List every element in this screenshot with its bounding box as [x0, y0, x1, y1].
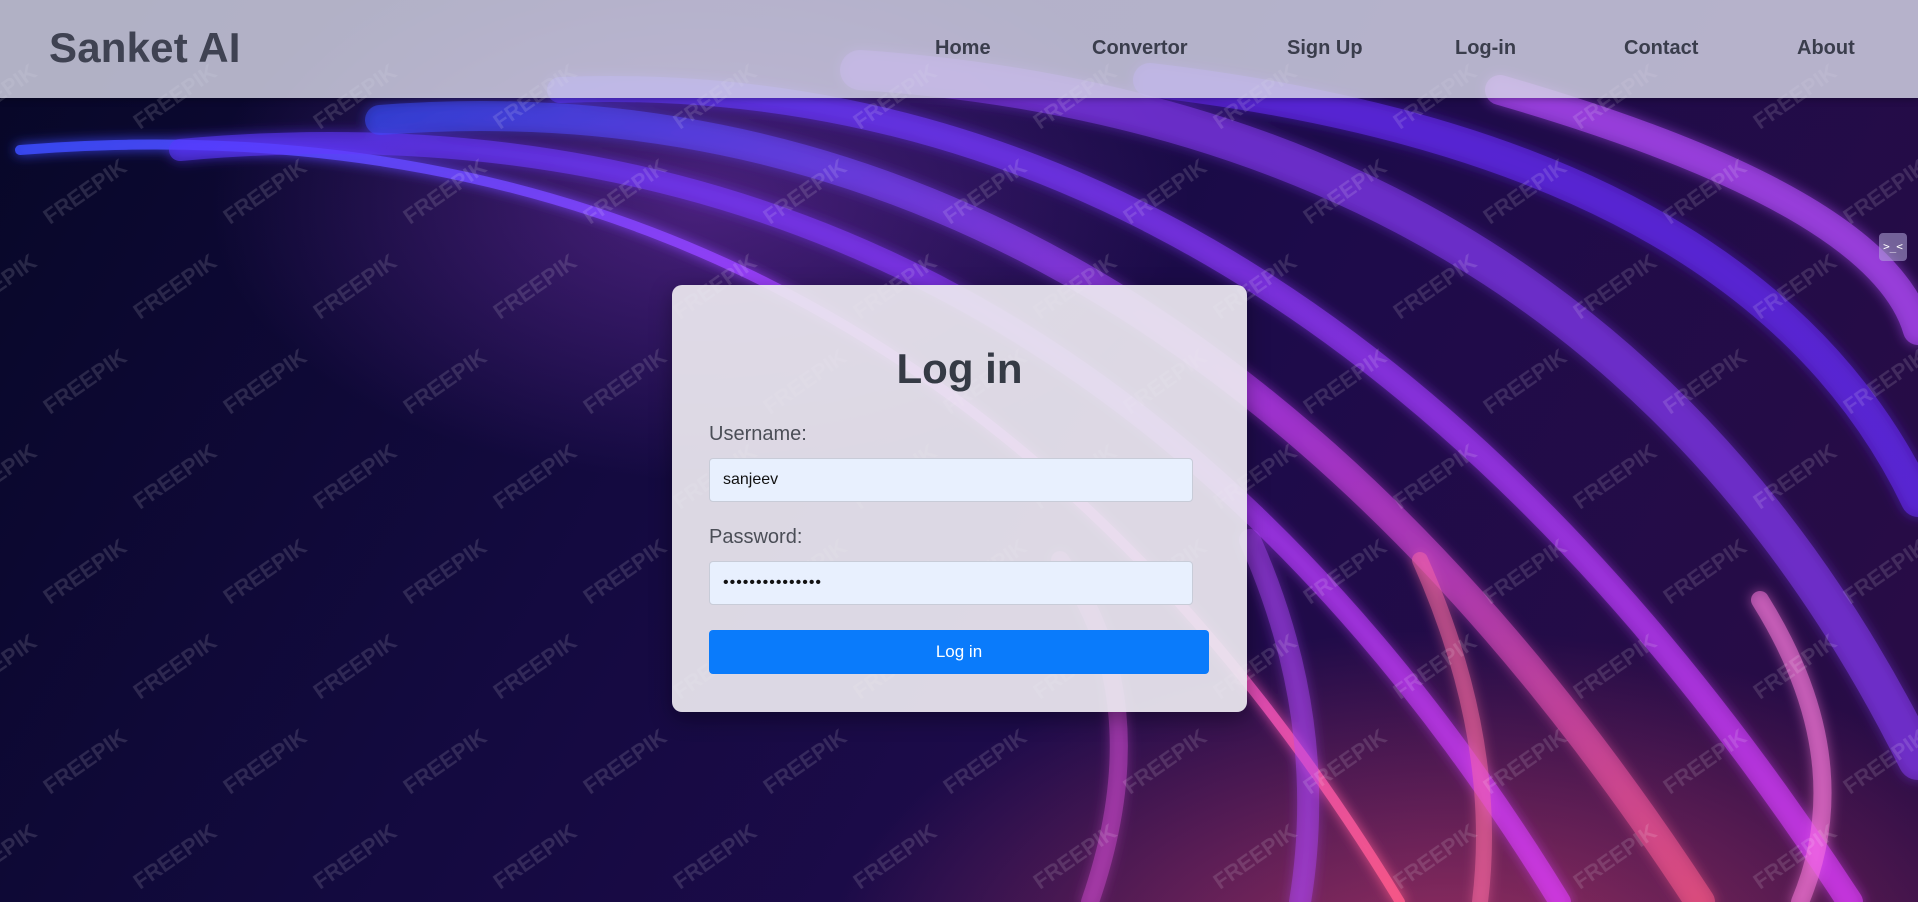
nav-convertor[interactable]: Convertor	[1092, 37, 1188, 60]
watermark-text: FREEPIK	[309, 629, 402, 704]
watermark-text: FREEPIK	[489, 249, 582, 324]
brand-logo[interactable]: Sanket AI	[49, 24, 241, 72]
watermark-text: FREEPIK	[1749, 439, 1842, 514]
watermark-text: FREEPIK	[1659, 534, 1752, 609]
watermark-text: FREEPIK	[1569, 439, 1662, 514]
watermark-text: FREEPIK	[1839, 534, 1918, 609]
watermark-text: FREEPIK	[1659, 344, 1752, 419]
watermark-text: FREEPIK	[1569, 819, 1662, 894]
watermark-text: FREEPIK	[309, 819, 402, 894]
watermark-text: FREEPIK	[1479, 724, 1572, 799]
watermark-text: FREEPIK	[219, 724, 312, 799]
watermark-text: FREEPIK	[309, 249, 402, 324]
nav-sign-up[interactable]: Sign Up	[1287, 37, 1363, 60]
username-label: Username:	[709, 423, 807, 445]
watermark-text: FREEPIK	[399, 344, 492, 419]
watermark-text: FREEPIK	[1119, 724, 1212, 799]
watermark-text: FREEPIK	[219, 534, 312, 609]
watermark-text: FREEPIK	[579, 344, 672, 419]
watermark-text: FREEPIK	[669, 819, 762, 894]
watermark-text: FREEPIK	[939, 724, 1032, 799]
watermark-text: FREEPIK	[1569, 629, 1662, 704]
watermark-text: FREEPIK	[1569, 249, 1662, 324]
watermark-text: FREEPIK	[1389, 439, 1482, 514]
login-submit-button[interactable]: Log in	[709, 630, 1209, 674]
watermark-text: FREEPIK	[129, 819, 222, 894]
login-card: Log in Username: Password: Log in	[672, 285, 1247, 712]
watermark-text: FREEPIK	[0, 439, 41, 514]
page: FREEPIK FREEPIK FREEPIK FREEPIK FREEPIK FREEP…	[0, 0, 1918, 902]
watermark-text: FREEPIK	[1389, 819, 1482, 894]
watermark-text: FREEPIK	[489, 629, 582, 704]
watermark-text: FREEPIK	[129, 249, 222, 324]
watermark-text: FREEPIK	[489, 439, 582, 514]
watermark-text: FREEPIK	[219, 344, 312, 419]
watermark-text: FREEPIK	[1479, 534, 1572, 609]
password-label: Password:	[709, 526, 803, 548]
watermark-text: FREEPIK	[129, 439, 222, 514]
nav-contact[interactable]: Contact	[1624, 37, 1698, 60]
watermark-text: FREEPIK	[0, 249, 41, 324]
nav-about[interactable]: About	[1797, 37, 1855, 60]
watermark-text: FREEPIK	[39, 344, 132, 419]
password-input[interactable]	[709, 561, 1193, 605]
watermark-text: FREEPIK	[39, 724, 132, 799]
watermark-text: FREEPIK	[1749, 629, 1842, 704]
watermark-text: FREEPIK	[849, 819, 942, 894]
watermark-text: FREEPIK	[1839, 154, 1918, 229]
nav-log-in[interactable]: Log-in	[1455, 37, 1516, 60]
watermark-text: FREEPIK	[309, 439, 402, 514]
username-input[interactable]	[709, 458, 1193, 502]
watermark-text: FREEPIK	[1389, 249, 1482, 324]
watermark-text: FREEPIK	[399, 724, 492, 799]
watermark-text: FREEPIK	[39, 154, 132, 229]
side-widget-button[interactable]: >_<	[1879, 233, 1907, 261]
nav-home[interactable]: Home	[935, 37, 991, 60]
watermark-text: FREEPIK	[1479, 344, 1572, 419]
watermark-text: FREEPIK	[759, 724, 852, 799]
watermark-text: FREEPIK	[399, 534, 492, 609]
login-title: Log in	[896, 345, 1023, 392]
watermark-text: FREEPIK	[0, 819, 41, 894]
watermark-text: FREEPIK	[489, 819, 582, 894]
watermark-text: FREEPIK	[129, 629, 222, 704]
top-navbar: Sanket AI Home Convertor Sign Up Log-in …	[0, 0, 1918, 98]
watermark-text: FREEPIK	[579, 534, 672, 609]
watermark-text: FREEPIK	[579, 724, 672, 799]
watermark-text: FREEPIK	[219, 154, 312, 229]
watermark-text: FREEPIK	[1209, 819, 1302, 894]
watermark-text: FREEPIK	[0, 629, 41, 704]
watermark-text: FREEPIK	[39, 534, 132, 609]
watermark-text: FREEPIK	[1839, 724, 1918, 799]
